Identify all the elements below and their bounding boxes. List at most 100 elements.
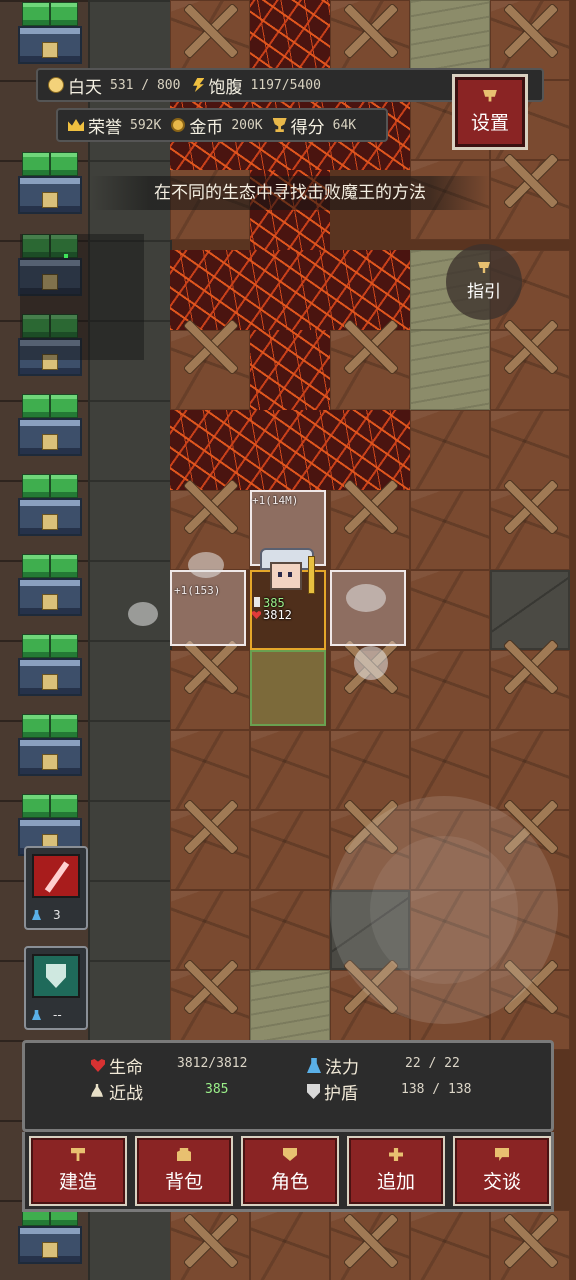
crossed-sticks-icon xyxy=(340,1210,400,1270)
score-stat: 得分 64K xyxy=(272,113,357,138)
blade-icon xyxy=(254,597,260,607)
cloud-effect-icon xyxy=(188,552,224,578)
crossed-sticks-icon xyxy=(180,476,240,536)
crossed-sticks-icon xyxy=(180,0,240,60)
crossed-sticks-icon xyxy=(180,796,240,856)
tower-icon xyxy=(16,472,82,536)
minimap[interactable] xyxy=(20,234,144,360)
trophy-icon xyxy=(483,89,497,102)
build-button[interactable]: 建造 xyxy=(29,1136,127,1206)
coin-icon xyxy=(171,118,186,132)
skill-shield-count: -- xyxy=(53,1008,62,1022)
cloud-effect-icon xyxy=(128,602,158,626)
cloud-effect-icon xyxy=(346,584,386,612)
hunger-stat: 饱腹 1197/5400 xyxy=(192,73,321,98)
mp-label: 法力 xyxy=(325,1058,359,1078)
character-icon xyxy=(283,1148,297,1161)
mp-stat: 法力 22 / 22 xyxy=(307,1053,460,1078)
player-marker xyxy=(64,254,68,258)
character-stats-panel: 生命 3812/3812 法力 22 / 22 近战 385 护盾 138 / … xyxy=(22,1040,554,1132)
shield-stat: 护盾 138 / 138 xyxy=(307,1079,471,1104)
guide-label: 指引 xyxy=(467,282,501,302)
build-label: 建造 xyxy=(58,1171,97,1193)
talk-button[interactable]: 交谈 xyxy=(453,1136,551,1206)
flask-icon xyxy=(32,910,41,920)
hero-hp-value: 3812 xyxy=(263,608,292,622)
hammer-icon xyxy=(71,1148,85,1161)
mp-value: 22 / 22 xyxy=(405,1056,460,1071)
skill-sword-count: 3 xyxy=(53,908,61,922)
tower-icon xyxy=(16,552,82,616)
crossed-sticks-icon xyxy=(180,956,240,1016)
action-bar: 建造 背包 角色 追加 交谈 xyxy=(22,1132,554,1212)
trophy-icon xyxy=(478,262,490,273)
sun-icon xyxy=(48,77,64,93)
hp-value: 3812/3812 xyxy=(177,1056,248,1071)
crossed-sticks-icon xyxy=(500,476,560,536)
plus-icon xyxy=(389,1148,403,1161)
skill-slot-sword[interactable]: 3 xyxy=(24,846,88,930)
crossed-sticks-icon xyxy=(340,0,400,60)
red-sword-icon xyxy=(32,854,80,898)
heart-icon xyxy=(252,611,261,619)
bolt-icon xyxy=(193,78,205,92)
flask-icon xyxy=(32,1010,41,1020)
crossed-sticks-icon xyxy=(500,636,560,696)
melee-value: 385 xyxy=(205,1082,229,1097)
heart-icon xyxy=(91,1059,105,1072)
target-tile-up-text: +1(14M) xyxy=(252,494,299,507)
target-tile-left[interactable] xyxy=(170,570,246,646)
hero-character[interactable] xyxy=(256,548,316,598)
tower-icon xyxy=(16,392,82,456)
crossed-sticks-icon xyxy=(180,1210,240,1270)
gold-label: 金币 xyxy=(189,117,224,138)
tower-icon xyxy=(16,632,82,696)
bag-button[interactable]: 背包 xyxy=(135,1136,233,1206)
bag-label: 背包 xyxy=(164,1171,203,1193)
crossed-sticks-icon xyxy=(340,476,400,536)
virtual-joystick[interactable] xyxy=(330,796,558,1024)
settings-button[interactable]: 设置 xyxy=(452,74,528,150)
day-stat: 白天 531 / 800 xyxy=(48,73,180,98)
score-label: 得分 xyxy=(290,117,325,138)
melee-stat: 近战 385 xyxy=(91,1079,228,1104)
skill-slot-shield[interactable]: -- xyxy=(24,946,88,1030)
hunger-label: 饱腹 xyxy=(208,77,243,98)
honor-stat: 荣誉 592K xyxy=(68,113,161,138)
day-value: 531 / 800 xyxy=(110,77,181,93)
green-shield-icon xyxy=(32,954,80,998)
gold-stat: 金币 200K xyxy=(171,113,263,138)
melee-icon xyxy=(91,1084,103,1097)
shield-icon xyxy=(307,1084,320,1099)
crossed-sticks-icon xyxy=(340,316,400,376)
score-value: 64K xyxy=(332,117,357,133)
hp-stat: 生命 3812/3812 xyxy=(91,1053,247,1078)
settings-label: 设置 xyxy=(470,111,509,134)
hp-label: 生命 xyxy=(109,1058,143,1078)
add-label: 追加 xyxy=(376,1171,415,1193)
target-tile-left-text: +1(153) xyxy=(174,584,221,597)
character-button[interactable]: 角色 xyxy=(241,1136,339,1206)
talk-label: 交谈 xyxy=(482,1171,521,1193)
trophy-icon xyxy=(272,118,287,132)
bag-icon xyxy=(177,1148,191,1161)
gold-value: 200K xyxy=(231,117,263,133)
hero-hp-readout: 3812 xyxy=(252,608,292,622)
shield-value: 138 / 138 xyxy=(401,1082,472,1097)
honor-label: 荣誉 xyxy=(88,117,122,138)
crossed-sticks-icon xyxy=(500,0,560,60)
hud-status-row-2: 荣誉 592K 金币 200K 得分 64K xyxy=(56,108,388,142)
cloud-effect-icon xyxy=(354,646,388,680)
shield-label: 护盾 xyxy=(324,1084,358,1104)
hunger-value: 1197/5400 xyxy=(250,77,321,93)
chat-icon xyxy=(495,1148,509,1161)
crossed-sticks-icon xyxy=(180,316,240,376)
character-label: 角色 xyxy=(270,1171,309,1193)
add-button[interactable]: 追加 xyxy=(347,1136,445,1206)
tower-icon xyxy=(16,150,82,214)
tower-icon xyxy=(16,0,82,64)
day-label: 白天 xyxy=(68,77,102,98)
guide-button[interactable]: 指引 xyxy=(446,244,522,320)
crossed-sticks-icon xyxy=(500,150,560,210)
crossed-sticks-icon xyxy=(500,1210,560,1270)
